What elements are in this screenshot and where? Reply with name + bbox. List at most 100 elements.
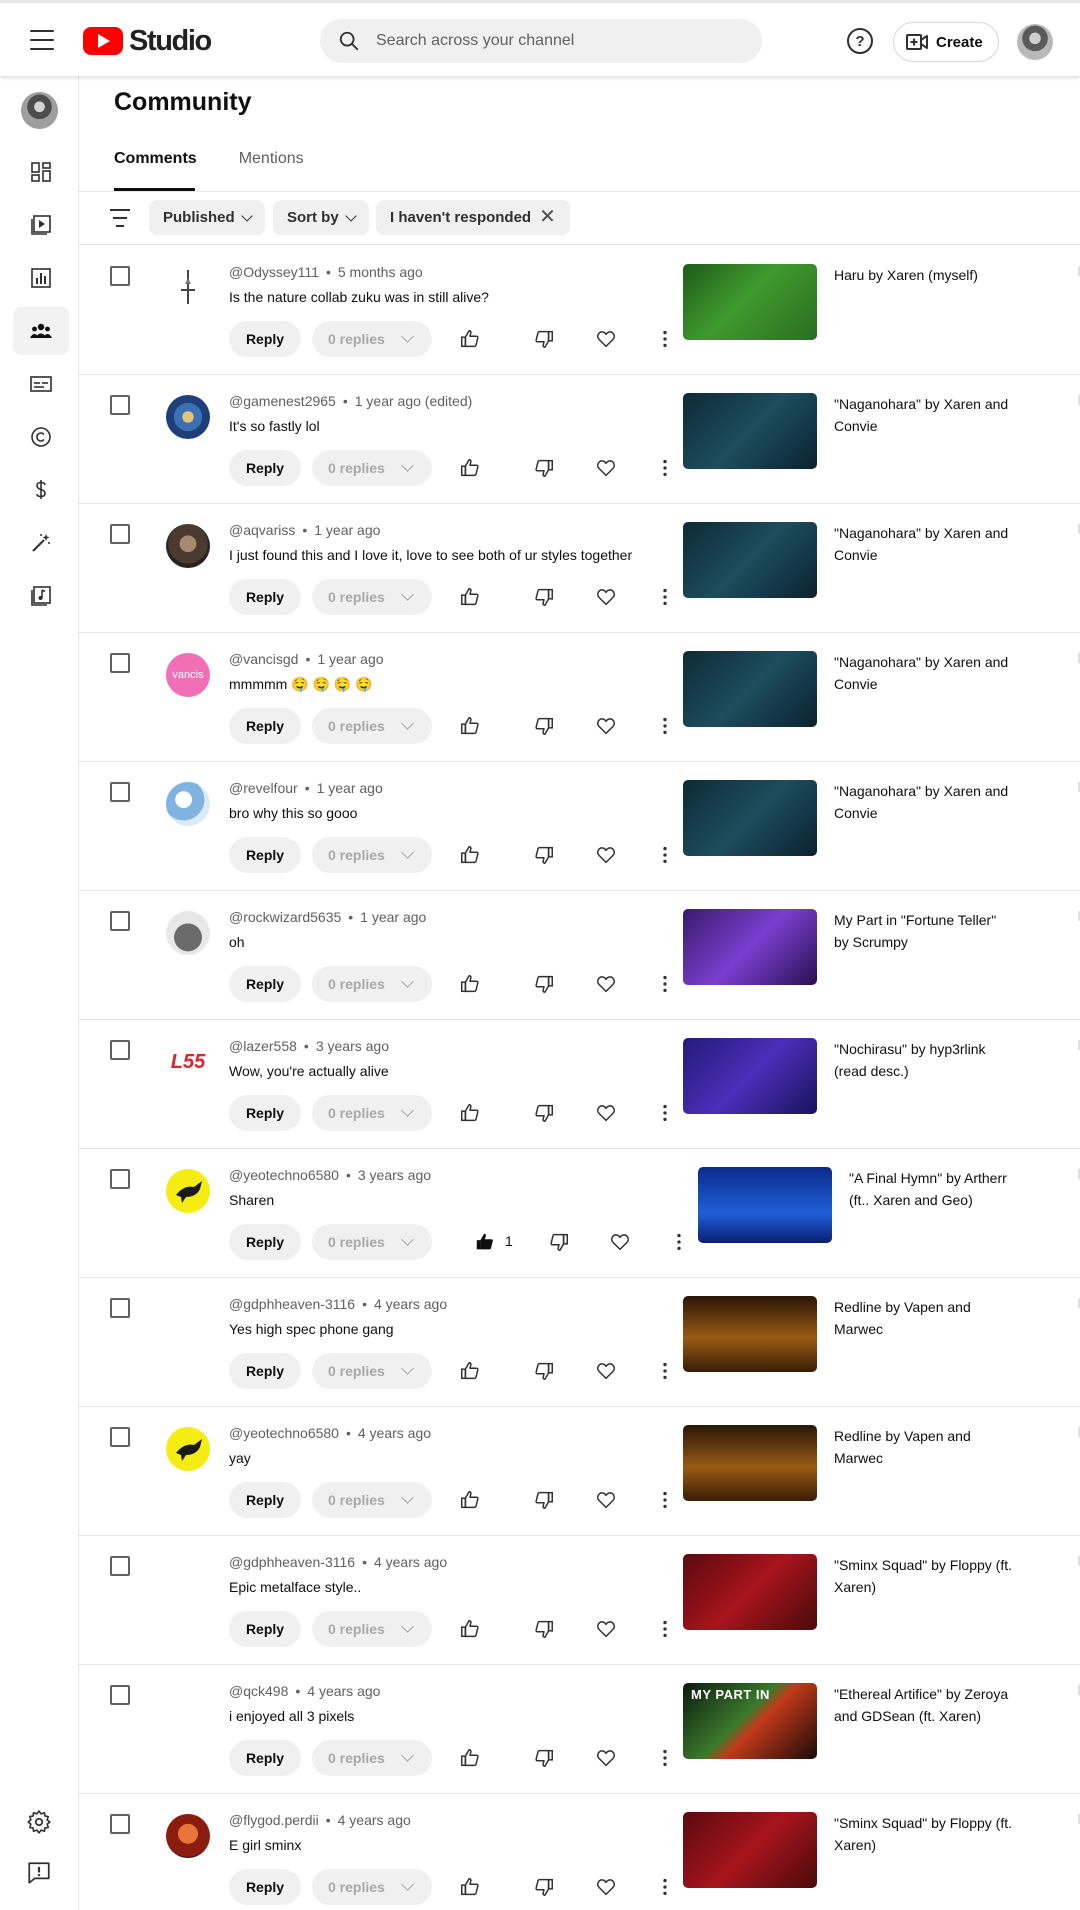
dislike-icon[interactable] xyxy=(531,455,557,481)
select-checkbox[interactable] xyxy=(110,266,130,286)
select-checkbox[interactable] xyxy=(110,1814,130,1834)
like-icon[interactable] xyxy=(472,1229,498,1255)
select-checkbox[interactable] xyxy=(110,782,130,802)
video-title[interactable]: "A Final Hymn" by Artherr (ft.. Xaren an… xyxy=(849,1167,1029,1211)
reply-button[interactable]: Reply xyxy=(229,321,301,357)
commenter-handle[interactable]: @qck498 xyxy=(229,1683,288,1699)
more-options-icon[interactable] xyxy=(652,326,678,352)
select-checkbox[interactable] xyxy=(110,1040,130,1060)
commenter-handle[interactable]: @rockwizard5635 xyxy=(229,909,341,925)
dislike-icon[interactable] xyxy=(531,971,557,997)
help-icon[interactable]: ? xyxy=(847,28,873,54)
commenter-avatar[interactable] xyxy=(166,1298,210,1342)
video-title[interactable]: "Sminx Squad" by Floppy (ft. Xaren) xyxy=(834,1812,1014,1856)
dislike-icon[interactable] xyxy=(531,842,557,868)
heart-icon[interactable] xyxy=(593,971,619,997)
video-thumbnail[interactable] xyxy=(683,393,817,469)
channel-avatar[interactable] xyxy=(21,92,58,129)
earn-icon[interactable] xyxy=(13,466,69,514)
video-title[interactable]: "Naganohara" by Xaren and Convie xyxy=(834,651,1014,695)
video-title[interactable]: "Nochirasu" by hyp3rlink (read desc.) xyxy=(834,1038,1014,1082)
video-title[interactable]: My Part in "Fortune Teller" by Scrumpy xyxy=(834,909,1014,953)
customization-icon[interactable] xyxy=(13,519,69,567)
tab-mentions[interactable]: Mentions xyxy=(239,150,304,191)
settings-icon[interactable] xyxy=(26,1809,52,1835)
commenter-handle[interactable]: @lazer558 xyxy=(229,1038,297,1054)
like-icon[interactable] xyxy=(457,1100,483,1126)
reply-button[interactable]: Reply xyxy=(229,450,301,486)
like-icon[interactable] xyxy=(457,842,483,868)
search-bar[interactable] xyxy=(320,19,762,63)
like-icon[interactable] xyxy=(457,1487,483,1513)
commenter-handle[interactable]: @aqvariss xyxy=(229,522,295,538)
reply-button[interactable]: Reply xyxy=(229,1224,301,1260)
more-options-icon[interactable] xyxy=(652,1487,678,1513)
video-thumbnail[interactable] xyxy=(683,1038,817,1114)
commenter-handle[interactable]: @vancisgd xyxy=(229,651,298,667)
studio-logo[interactable]: Studio xyxy=(83,23,212,59)
heart-icon[interactable] xyxy=(593,326,619,352)
video-thumbnail[interactable] xyxy=(683,651,817,727)
heart-icon[interactable] xyxy=(593,1358,619,1384)
heart-icon[interactable] xyxy=(593,713,619,739)
commenter-handle[interactable]: @gdphheaven-3116 xyxy=(229,1296,355,1312)
create-button[interactable]: Create xyxy=(893,22,999,62)
commenter-avatar[interactable] xyxy=(166,395,210,439)
heart-icon[interactable] xyxy=(593,1616,619,1642)
commenter-avatar[interactable] xyxy=(166,1169,210,1213)
video-thumbnail[interactable] xyxy=(683,780,817,856)
feedback-icon[interactable] xyxy=(26,1860,52,1886)
more-options-icon[interactable] xyxy=(652,1745,678,1771)
not-responded-filter-chip[interactable]: I haven't responded ✕ xyxy=(376,200,570,235)
select-checkbox[interactable] xyxy=(110,1169,130,1189)
video-thumbnail[interactable]: MY PART IN xyxy=(683,1683,817,1759)
dislike-icon[interactable] xyxy=(531,1616,557,1642)
commenter-handle[interactable]: @gamenest2965 xyxy=(229,393,336,409)
like-icon[interactable] xyxy=(457,971,483,997)
video-title[interactable]: Redline by Vapen and Marwec xyxy=(834,1425,1014,1469)
select-checkbox[interactable] xyxy=(110,1427,130,1447)
menu-icon[interactable] xyxy=(26,28,58,52)
heart-icon[interactable] xyxy=(593,455,619,481)
video-thumbnail[interactable] xyxy=(683,522,817,598)
sort-by-chip[interactable]: Sort by xyxy=(273,200,369,235)
commenter-handle[interactable]: @yeotechno6580 xyxy=(229,1425,339,1441)
heart-icon[interactable] xyxy=(593,1100,619,1126)
video-thumbnail[interactable] xyxy=(683,1425,817,1501)
commenter-handle[interactable]: @gdphheaven-3116 xyxy=(229,1554,355,1570)
dislike-icon[interactable] xyxy=(531,1100,557,1126)
more-options-icon[interactable] xyxy=(652,1100,678,1126)
community-icon[interactable] xyxy=(13,307,69,355)
select-checkbox[interactable] xyxy=(110,1685,130,1705)
account-avatar[interactable] xyxy=(1017,24,1053,60)
select-checkbox[interactable] xyxy=(110,1298,130,1318)
heart-icon[interactable] xyxy=(607,1229,633,1255)
heart-icon[interactable] xyxy=(593,1745,619,1771)
heart-icon[interactable] xyxy=(593,1487,619,1513)
like-icon[interactable] xyxy=(457,326,483,352)
commenter-avatar[interactable]: vancis xyxy=(166,653,210,697)
like-icon[interactable] xyxy=(457,584,483,610)
more-options-icon[interactable] xyxy=(652,971,678,997)
heart-icon[interactable] xyxy=(593,1874,619,1900)
more-options-icon[interactable] xyxy=(652,1874,678,1900)
published-filter-chip[interactable]: Published xyxy=(149,200,265,235)
reply-button[interactable]: Reply xyxy=(229,1095,301,1131)
dashboard-icon[interactable] xyxy=(13,148,69,196)
video-thumbnail[interactable] xyxy=(683,1812,817,1888)
commenter-avatar[interactable] xyxy=(166,524,210,568)
copyright-icon[interactable] xyxy=(13,413,69,461)
commenter-avatar[interactable] xyxy=(166,1427,210,1471)
select-checkbox[interactable] xyxy=(110,1556,130,1576)
like-icon[interactable] xyxy=(457,1874,483,1900)
more-options-icon[interactable] xyxy=(652,455,678,481)
dislike-icon[interactable] xyxy=(531,1874,557,1900)
more-options-icon[interactable] xyxy=(652,713,678,739)
commenter-avatar[interactable] xyxy=(166,782,210,826)
video-thumbnail[interactable] xyxy=(683,1296,817,1372)
commenter-avatar[interactable] xyxy=(166,1685,210,1729)
audio-library-icon[interactable] xyxy=(13,572,69,620)
dislike-icon[interactable] xyxy=(531,326,557,352)
heart-icon[interactable] xyxy=(593,584,619,610)
video-title[interactable]: Haru by Xaren (myself) xyxy=(834,264,1014,286)
